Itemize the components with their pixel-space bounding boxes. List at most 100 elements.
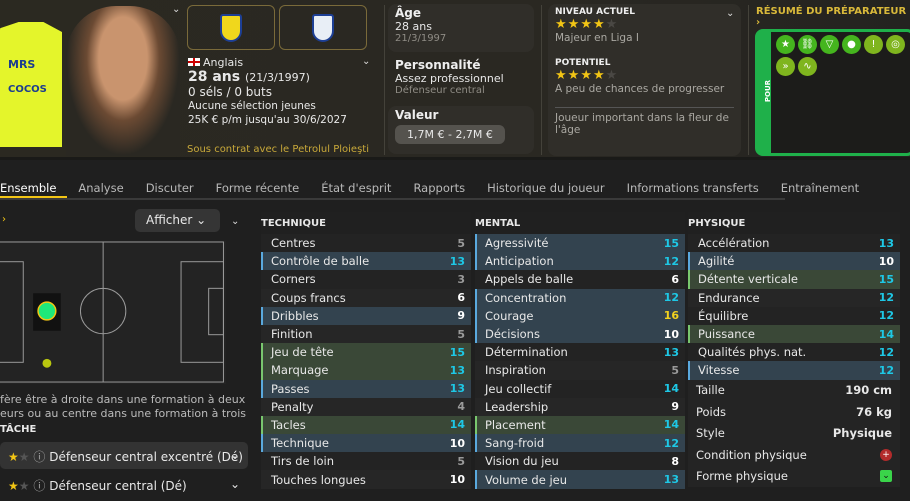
attribute-row[interactable]: Agilité 10 [688,252,900,271]
value-panel: Valeur 1,7M € - 2,7M € [388,106,534,154]
attribute-row[interactable]: Technique 10 [261,434,471,453]
player-header: MRS COCOS ⌄ ⌄ Anglais 28 ans (21/3/1997)… [0,0,910,160]
attribute-row[interactable]: Centres 5 [261,234,471,253]
green-chevron-icon[interactable]: ⌄ [880,470,892,483]
attribute-value: 8 [671,454,679,468]
attribute-row[interactable]: Touches longues 10 [261,470,471,489]
attribute-row[interactable]: Décisions 10 [475,324,685,344]
value-label: Valeur [395,108,439,122]
chevron-down-icon[interactable]: ⌄ [231,216,239,227]
net-icon[interactable]: ▽ [820,35,839,54]
attribute-row[interactable]: Tacles 14 [261,415,471,435]
role-row[interactable]: ★★ ⓘ Défenseur central (Dé) ⌄ [0,471,248,498]
tab-1[interactable]: Analyse [67,178,134,198]
attribute-row[interactable]: Placement 14 [475,415,685,435]
arrows-icon[interactable]: » [776,57,795,76]
alert-ball-icon[interactable]: ! [864,35,883,54]
attribute-row[interactable]: Appels de balle 6 [475,270,685,289]
physique-heading: PHYSIQUE [688,218,746,229]
attribute-row[interactable]: Volume de jeu 13 [475,470,685,489]
club-badge[interactable] [187,5,275,50]
tab-2[interactable]: Discuter [135,178,205,198]
star-icon: ★ [567,17,581,32]
attribute-row[interactable]: Dribbles 9 [261,306,471,325]
nation-badge[interactable] [279,5,367,50]
attribute-row[interactable]: Sang-froid 12 [475,434,685,453]
red-plus-icon[interactable]: + [880,448,892,461]
tab-5[interactable]: Rapports [402,178,476,198]
attribute-row[interactable]: Finition 5 [261,324,471,344]
attribute-row[interactable]: Endurance 12 [688,288,900,307]
attribute-row[interactable]: Qualités phys. nat. 12 [688,343,900,362]
age-value: 28 ans [395,20,432,33]
attribute-name: Passes [271,381,310,396]
contract-status[interactable]: Sous contrat avec le Petrolul Ploieşti [187,144,369,155]
tab-bar: Ensemble Analyse Discuter Forme récente État… [0,178,859,200]
attribute-row[interactable]: Vision du jeu 8 [475,452,685,471]
attribute-row[interactable]: Contrôle de balle 13 [261,252,471,271]
tab-8[interactable]: Entraînement [770,178,870,198]
potential-label: POTENTIEL [555,58,611,68]
info-icon[interactable]: ⓘ [33,479,45,493]
attribute-row[interactable]: Passes 13 [261,379,471,398]
attribute-row[interactable]: Corners 3 [261,270,471,289]
attribute-value: 12 [878,363,894,377]
afficher-dropdown[interactable]: Afficher ⌄ [135,209,220,232]
chain-icon[interactable]: ⛓ [798,35,817,54]
info-name: Poids [696,404,727,419]
star-icon[interactable]: ★ [776,35,795,54]
attribute-row[interactable]: Tirs de loin 5 [261,452,471,471]
attribute-row[interactable]: Équilibre 12 [688,306,900,325]
tab-0[interactable]: Ensemble [0,178,68,198]
attribute-row[interactable]: Concentration 12 [475,288,685,307]
attribute-row[interactable]: Courage 16 [475,306,685,325]
attribute-row[interactable]: Jeu de tête 15 [261,343,471,362]
attribute-value: 5 [457,327,465,341]
attribute-row[interactable]: Coups francs 6 [261,288,471,307]
attribute-row[interactable]: Jeu collectif 14 [475,379,685,398]
wave-icon[interactable]: ∿ [798,57,817,76]
attribute-row[interactable]: Détermination 13 [475,343,685,362]
attribute-row[interactable]: Leadership 9 [475,397,685,416]
attribute-row[interactable]: Anticipation 12 [475,252,685,271]
value-pill[interactable]: 1,7M € - 2,7M € [395,125,505,144]
chevron-right-icon[interactable]: › [2,214,6,225]
attribute-row[interactable]: Inspiration 5 [475,361,685,380]
chevron-down-icon[interactable]: ⌄ [230,448,240,462]
attribute-row[interactable]: Accélération 13 [688,234,900,253]
attribute-row[interactable]: Marquage 13 [261,361,471,380]
desc-line-1: fère être à droite dans une formation à … [0,393,246,406]
player-summary: Joueur important dans la fleur de l'âge [555,107,734,136]
info-name: Condition physique [696,447,807,462]
coach-report-panel: POUR ★ ⛓ ▽ ●! ◎ » ∿ [755,29,910,156]
tab-4[interactable]: État d'esprit [310,178,402,198]
info-name: Forme physique [696,469,788,484]
attribute-name: Volume de jeu [485,472,568,487]
attribute-name: Tacles [271,417,306,432]
chevron-down-icon[interactable]: ⌄ [172,4,180,15]
role-row[interactable]: ★★ ⓘ Défenseur central excentré (Dé) ⌄ [0,442,248,469]
head-icon[interactable]: ● [842,35,861,54]
wage: 25K € p/m jusqu'au 30/6/2027 [188,114,347,126]
coach-report-link[interactable]: RÉSUMÉ DU PRÉPARATEUR › [756,6,910,28]
info-icon[interactable]: ⓘ [33,450,45,464]
attribute-name: Puissance [698,327,755,342]
attribute-row[interactable]: Agressivité 15 [475,234,685,253]
attribute-name: Marquage [271,363,329,378]
chevron-down-icon[interactable]: ⌄ [362,56,370,67]
attribute-row[interactable]: Puissance 14 [688,324,900,344]
chevron-down-icon[interactable]: ⌄ [726,8,734,19]
tab-7[interactable]: Informations transferts [616,178,770,198]
attribute-row[interactable]: Penalty 4 [261,397,471,416]
attribute-value: 12 [878,345,894,359]
target-icon[interactable]: ◎ [886,35,905,54]
attribute-row[interactable]: Vitesse 12 [688,361,900,380]
attribute-value: 15 [663,236,679,250]
attribute-name: Vision du jeu [485,454,559,469]
attribute-value: 5 [457,454,465,468]
chevron-down-icon[interactable]: ⌄ [230,477,240,491]
attribute-value: 12 [878,291,894,305]
tab-3[interactable]: Forme récente [205,178,311,198]
tab-6[interactable]: Historique du joueur [476,178,615,198]
attribute-row[interactable]: Détente verticale 15 [688,270,900,289]
